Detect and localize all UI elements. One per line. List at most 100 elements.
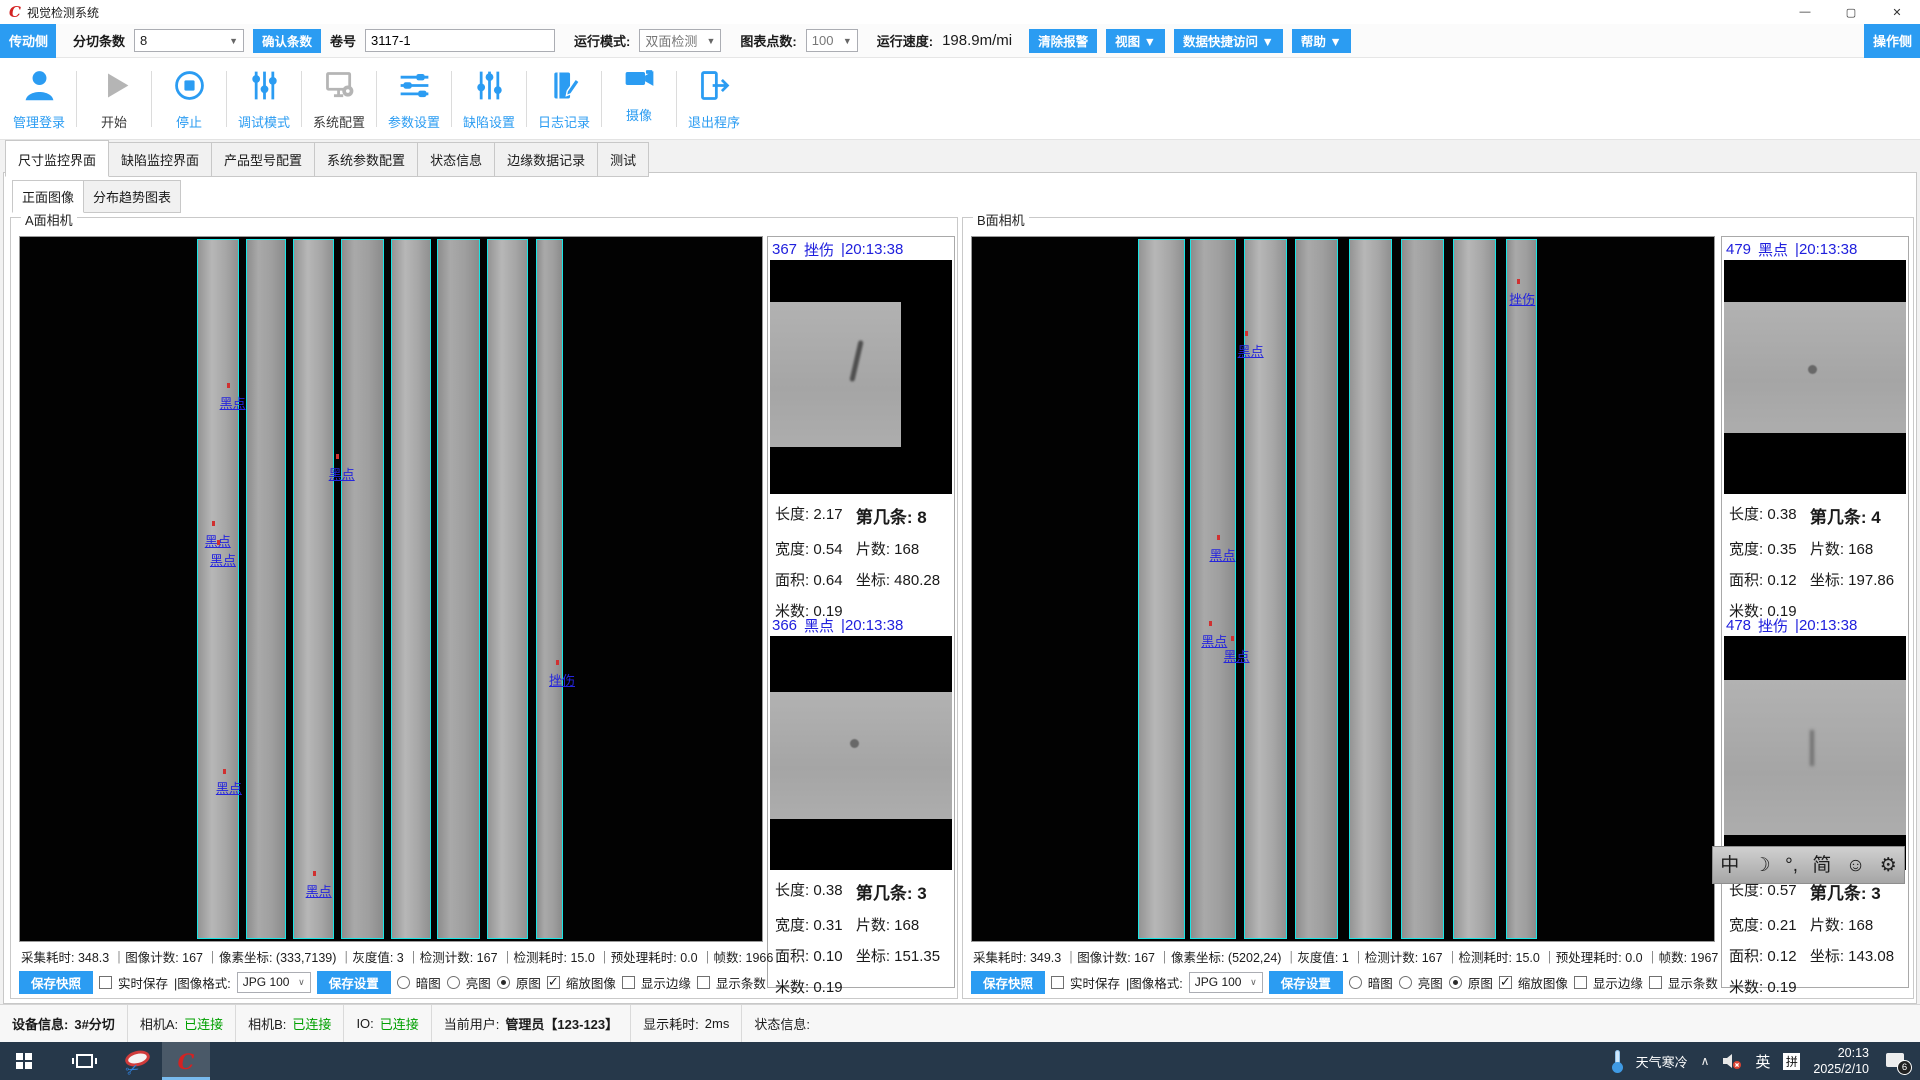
data-quick-access-button[interactable]: 数据快捷访问 ▼ xyxy=(1174,29,1283,53)
action-defect-settings[interactable]: 缺陷设置 xyxy=(454,67,524,131)
defect-card[interactable]: 478 挫伤 |20:13:38 长度: 0.57 第几条: 3 宽度: 0.2… xyxy=(1724,615,1906,985)
top-toolbar: 传动侧 分切条数 8▼ 确认条数 卷号 运行模式: 双面检测▼ 图表点数: 10… xyxy=(0,24,1920,58)
realtime-save-checkbox[interactable] xyxy=(99,976,112,989)
action-stop[interactable]: 停止 xyxy=(154,67,224,131)
stat-value: 2.17 xyxy=(813,506,842,523)
bright-image-radio[interactable] xyxy=(1399,976,1412,989)
ime-emoji-icon[interactable]: ☺ xyxy=(1846,856,1865,875)
defect-card[interactable]: 479 黑点 |20:13:38 长度: 0.38 第几条: 4 宽度: 0.3… xyxy=(1724,239,1906,605)
dark-image-label: 暗图 xyxy=(416,973,441,992)
stat-label: 第几条: xyxy=(856,508,913,527)
subtab-front-image[interactable]: 正面图像 xyxy=(12,180,84,213)
view-menu-button[interactable]: 视图 ▼ xyxy=(1106,29,1165,53)
action-capture[interactable]: 摄像 xyxy=(604,60,674,124)
bright-image-label: 亮图 xyxy=(466,973,491,992)
action-admin-login[interactable]: 管理登录 xyxy=(4,67,74,131)
defect-card[interactable]: 366 黑点 |20:13:38 长度: 0.38 第几条: 3 宽度: 0.3… xyxy=(770,615,952,985)
tray-expand-chevron-icon[interactable]: ∧ xyxy=(1701,1054,1710,1068)
roll-number-input[interactable] xyxy=(365,29,555,52)
speed-label: 运行速度: xyxy=(877,31,933,50)
action-parameter-settings[interactable]: 参数设置 xyxy=(379,67,449,131)
save-settings-button[interactable]: 保存设置 xyxy=(317,971,391,994)
stat-label: 坐标: xyxy=(1810,948,1844,965)
stat-value: 168 xyxy=(1848,541,1873,558)
show-edge-checkbox[interactable] xyxy=(1574,976,1587,989)
slit-count-select[interactable]: 8▼ xyxy=(134,29,244,52)
tab-system-param-config[interactable]: 系统参数配置 xyxy=(315,142,418,177)
save-settings-button[interactable]: 保存设置 xyxy=(1269,971,1343,994)
image-format-value: JPG 100 xyxy=(1195,975,1242,989)
tab-size-monitor[interactable]: 尺寸监控界面 xyxy=(5,140,109,177)
ime-simplified-mode[interactable]: 简 xyxy=(1812,856,1831,875)
action-debug-mode[interactable]: 调试模式 xyxy=(229,67,299,131)
defect-annotation: 黑点 xyxy=(220,393,246,412)
snipping-tool-button[interactable]: ✂ xyxy=(114,1042,162,1080)
defect-marker xyxy=(227,383,230,388)
defect-id: 478 xyxy=(1726,617,1751,634)
dark-image-radio[interactable] xyxy=(1349,976,1362,989)
chevron-down-icon: ∨ xyxy=(298,977,305,988)
clock[interactable]: 20:13 2025/2/10 xyxy=(1813,1045,1869,1078)
operate-side-button[interactable]: 操作侧 xyxy=(1864,24,1920,58)
defect-marker xyxy=(1231,636,1234,641)
stat-label: 长度: xyxy=(1729,882,1763,899)
minimize-button[interactable]: — xyxy=(1782,0,1828,24)
image-format-select[interactable]: JPG 100∨ xyxy=(237,972,311,993)
volume-muted-icon[interactable] xyxy=(1722,1052,1742,1070)
defect-marker xyxy=(1517,279,1520,284)
chart-points-select[interactable]: 100▼ xyxy=(806,29,858,52)
run-mode-select[interactable]: 双面检测▼ xyxy=(639,29,721,52)
vision-app-taskbar-button[interactable]: C xyxy=(162,1042,210,1080)
original-image-label: 原图 xyxy=(516,973,541,992)
tab-product-model-config[interactable]: 产品型号配置 xyxy=(212,142,315,177)
stat-label: 片数: xyxy=(856,917,890,934)
ime-pinyin-badge[interactable]: 拼 xyxy=(1783,1053,1800,1070)
tab-defect-monitor[interactable]: 缺陷监控界面 xyxy=(109,142,212,177)
language-indicator[interactable]: 英 xyxy=(1755,1051,1770,1072)
maximize-button[interactable]: ▢ xyxy=(1828,0,1874,24)
task-view-button[interactable] xyxy=(60,1042,108,1080)
help-menu-button[interactable]: 帮助 ▼ xyxy=(1292,29,1351,53)
stat-value: 0.12 xyxy=(1767,572,1796,589)
tab-status-info[interactable]: 状态信息 xyxy=(418,142,495,177)
action-exit-program[interactable]: 退出程序 xyxy=(679,67,749,131)
notification-button[interactable]: 6 xyxy=(1886,1053,1908,1070)
zoom-image-checkbox[interactable] xyxy=(547,976,560,989)
drive-side-button[interactable]: 传动侧 xyxy=(0,24,56,58)
exit-icon xyxy=(696,67,733,109)
ime-chinese-mode[interactable]: 中 xyxy=(1720,856,1739,875)
bright-image-radio[interactable] xyxy=(447,976,460,989)
action-system-config[interactable]: 系统配置 xyxy=(304,67,374,131)
save-snapshot-button[interactable]: 保存快照 xyxy=(971,971,1045,994)
realtime-save-checkbox[interactable] xyxy=(1051,976,1064,989)
defect-card[interactable]: 367 挫伤 |20:13:38 长度: 2.17 第几条: 8 宽度: 0.5… xyxy=(770,239,952,605)
action-log-record[interactable]: 日志记录 xyxy=(529,67,599,131)
ime-settings-gear-icon[interactable]: ⚙ xyxy=(1880,856,1897,875)
show-count-checkbox[interactable] xyxy=(697,976,710,989)
status-label: 状态信息: xyxy=(754,1014,810,1033)
subtab-distribution-trend[interactable]: 分布趋势图表 xyxy=(84,180,181,213)
show-count-checkbox[interactable] xyxy=(1649,976,1662,989)
image-format-select[interactable]: JPG 100∨ xyxy=(1189,972,1263,993)
save-snapshot-button[interactable]: 保存快照 xyxy=(19,971,93,994)
thermometer-icon[interactable] xyxy=(1612,1050,1623,1073)
dark-image-radio[interactable] xyxy=(397,976,410,989)
start-button[interactable] xyxy=(0,1042,48,1080)
close-button[interactable]: ✕ xyxy=(1874,0,1920,24)
tab-edge-data-record[interactable]: 边缘数据记录 xyxy=(495,142,598,177)
ime-punctuation-mode[interactable]: °, xyxy=(1785,856,1798,875)
ime-fullwidth-moon-icon[interactable]: ☽ xyxy=(1754,856,1771,875)
zoom-image-checkbox[interactable] xyxy=(1499,976,1512,989)
status-connected: 已连接 xyxy=(292,1014,331,1033)
action-label: 摄像 xyxy=(626,105,652,124)
original-image-radio[interactable] xyxy=(1449,976,1462,989)
weather-text[interactable]: 天气寒冷 xyxy=(1636,1052,1688,1071)
confirm-count-button[interactable]: 确认条数 xyxy=(253,29,321,53)
show-edge-checkbox[interactable] xyxy=(622,976,635,989)
clear-alarm-button[interactable]: 清除报警 xyxy=(1029,29,1097,53)
action-start[interactable]: 开始 xyxy=(79,67,149,131)
stat-value: 0.21 xyxy=(1767,917,1796,934)
original-image-radio[interactable] xyxy=(497,976,510,989)
stat-value: 168 xyxy=(894,541,919,558)
tab-test[interactable]: 测试 xyxy=(598,142,649,177)
